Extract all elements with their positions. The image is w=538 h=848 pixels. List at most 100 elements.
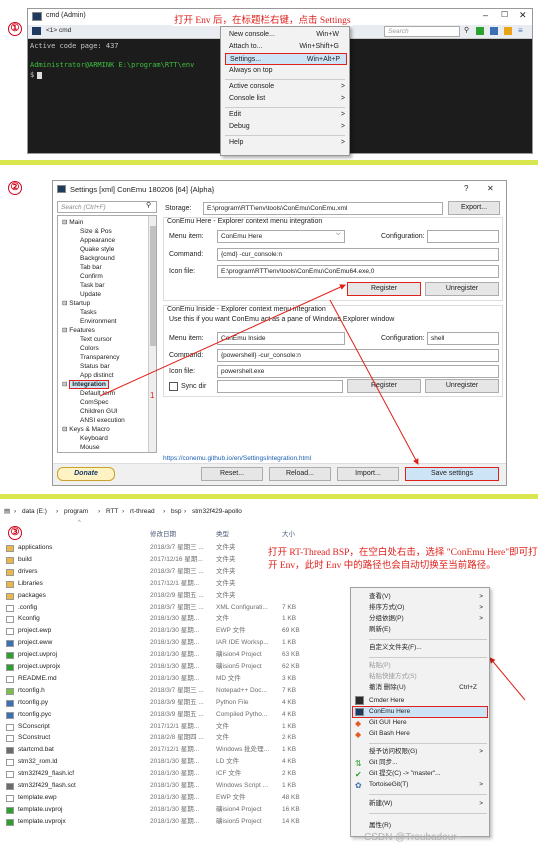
file-row[interactable]: rtconfig.h 2018/3/7 星期三 ... Notepad++ Doc.… — [6, 686, 306, 697]
git-gui-icon: ◆ — [355, 719, 362, 728]
file-row[interactable]: template.uvproj 2018/1/30 星期... 礦ision4 Pr… — [6, 805, 306, 816]
menu-item-group[interactable]: 分组依据(P) > — [369, 613, 489, 624]
menu-item-undo-delete[interactable]: 撤消 删除(U) Ctrl+Z — [369, 682, 489, 693]
arrow-to-register — [99, 284, 346, 397]
menu-item-git-sync[interactable]: Git 同步... — [369, 757, 489, 768]
file-date: 2018/3/7 星期三 ... — [150, 544, 204, 551]
file-row[interactable]: stm32f429_flash.sct 2018/1/30 星期... Window… — [6, 781, 306, 792]
keil-icon — [6, 806, 14, 814]
file-date: 2018/1/30 星期... — [150, 674, 200, 682]
file-size: 16 KB — [282, 805, 300, 813]
file-row[interactable]: packages 2018/2/9 星期五 ... 文件夹 — [6, 591, 306, 602]
folder-icon — [6, 580, 14, 588]
file-date: 2018/3/7 星期三 ... — [150, 567, 204, 575]
file-type: 礦ision5 Project — [216, 663, 262, 670]
menu-separator — [369, 657, 487, 658]
breadcrumb-item[interactable]: rt-thread — [130, 505, 155, 519]
column-type[interactable]: 类型 — [216, 528, 229, 538]
file-type: Notepad++ Doc... — [216, 686, 267, 694]
file-date: 2018/1/30 星期... — [150, 663, 200, 670]
file-row[interactable]: stm32_rom.ld 2018/1/30 星期... LD 文件 4 KB — [6, 757, 306, 768]
file-size: 69 KB — [282, 627, 300, 635]
column-size[interactable]: 大小 — [282, 528, 295, 538]
file-date: 2017/12/16 星期... — [150, 555, 203, 563]
file-row[interactable]: project.ewp 2018/1/30 星期... EWP 文件 69 KB — [6, 626, 306, 637]
file-type: 文件 — [216, 722, 229, 730]
step-3-annotation: 打开 RT-Thread BSP，在空白处右击，选择 "ConEmu Here"… — [268, 548, 538, 571]
chevron-right-icon: › — [14, 508, 17, 515]
file-date: 2018/1/30 星期... — [150, 793, 200, 801]
file-type: Python File — [216, 698, 249, 706]
file-name: packages — [18, 591, 46, 599]
breadcrumb-item[interactable]: bsp — [171, 505, 181, 519]
file-name: build — [18, 555, 32, 563]
breadcrumb-item[interactable]: program — [64, 505, 88, 519]
file-type: 礦ision4 Project — [216, 651, 262, 659]
breadcrumb-item[interactable]: stm32f429-apollo — [192, 505, 242, 519]
file-row[interactable]: rtconfig.pyc 2018/3/9 星期五 ... Compiled Pyt… — [6, 710, 306, 721]
file-row[interactable]: Kconfig 2018/1/30 星期... 文件 1 KB — [6, 614, 306, 625]
file-type: 文件 — [216, 734, 229, 742]
file-date: 2018/1/30 星期... — [150, 627, 200, 635]
file-row[interactable]: SConscript 2017/12/1 星期... 文件 1 KB — [6, 722, 306, 733]
file-name: SConstruct — [18, 734, 51, 742]
file-icon — [6, 759, 14, 767]
file-icon — [6, 628, 14, 636]
file-row[interactable]: build 2017/12/16 星期... 文件夹 — [6, 555, 306, 566]
breadcrumb-item[interactable]: RTT — [106, 505, 119, 519]
column-date[interactable]: 修改日期 — [150, 528, 176, 538]
menu-item-sort[interactable]: 排序方式(O) > — [369, 602, 489, 613]
menu-item-refresh[interactable]: 刷新(E) — [369, 624, 489, 635]
menu-item-view[interactable]: 查看(V) > — [369, 591, 489, 602]
file-row[interactable]: template.ewp 2018/1/30 星期... EWP 文件 48 KB — [6, 793, 306, 804]
file-name: project.eww — [18, 639, 53, 647]
file-row[interactable]: Libraries 2017/12/1 星期... 文件夹 — [6, 579, 306, 590]
file-name: Kconfig — [18, 615, 40, 623]
file-name: template.ewp — [18, 793, 57, 801]
menu-item-tortoisegit[interactable]: TortoiseGit(T) > — [369, 779, 489, 790]
section-divider — [0, 494, 538, 499]
file-type: 礦ision4 Project — [216, 805, 262, 813]
file-date: 2017/12/1 星期... — [150, 746, 200, 754]
folder-icon — [6, 568, 14, 576]
menu-item-git-gui[interactable]: Git GUI Here — [369, 717, 489, 728]
menu-item-customize[interactable]: 自定义文件夹(F)... — [369, 642, 489, 653]
file-row[interactable]: SConstruct 2018/2/8 星期四 ... 文件 2 KB — [6, 733, 306, 744]
menu-item-git-bash[interactable]: Git Bash Here — [369, 728, 489, 739]
file-row[interactable]: startcmd.bat 2017/12/1 星期... Windows 批处理..… — [6, 745, 306, 756]
menu-item-cmder-here[interactable]: Cmder Here — [369, 695, 489, 706]
file-row[interactable]: applications 2018/3/7 星期三 ... 文件夹 — [6, 543, 306, 554]
npp-icon — [6, 687, 14, 695]
file-row[interactable]: rtconfig.py 2018/3/9 星期五 ... Python File 4 … — [6, 698, 306, 709]
menu-item-new[interactable]: 新建(W) > — [369, 798, 489, 809]
file-row[interactable]: drivers 2018/3/7 星期三 ... 文件夹 — [6, 567, 306, 578]
file-name: project.ewp — [18, 627, 52, 635]
file-row[interactable]: project.uvprojx 2018/1/30 星期... 礦ision5 Pr… — [6, 662, 306, 673]
file-row[interactable]: project.eww 2018/1/30 星期... IAR IDE Worksp… — [6, 638, 306, 649]
menu-item-grant-access[interactable]: 授予访问权限(G) > — [369, 746, 489, 757]
menu-item-paste[interactable]: 粘贴(P) — [369, 660, 489, 671]
file-name: Libraries — [18, 579, 43, 587]
menu-item-paste-shortcut[interactable]: 粘贴快捷方式(S) — [369, 671, 489, 682]
menu-separator — [369, 813, 487, 814]
file-name: rtconfig.pyc — [18, 710, 52, 718]
chevron-right-icon: › — [184, 508, 187, 515]
file-row[interactable]: project.uvproj 2018/1/30 星期... 礦ision4 Pro… — [6, 650, 306, 661]
file-type: Windows 批处理... — [216, 746, 270, 754]
menu-item-properties[interactable]: 属性(R) — [369, 820, 489, 831]
menu-item-git-commit[interactable]: Git 提交(C) -> "master"... — [369, 768, 489, 779]
file-row[interactable]: template.uvprojx 2018/1/30 星期... 礦ision5 P… — [6, 817, 306, 828]
file-row[interactable]: .config 2018/3/7 星期三 ... XML Configurati..… — [6, 603, 306, 614]
menu-item-conemu-here[interactable]: ConEmu Here — [369, 706, 489, 717]
file-size: 2 KB — [282, 770, 297, 778]
breadcrumb-item[interactable]: data (E:) — [22, 505, 47, 519]
file-type: 文件夹 — [216, 591, 236, 599]
file-size: 1 KB — [282, 639, 297, 647]
file-icon — [6, 675, 14, 683]
keil-icon — [6, 818, 14, 826]
chevron-right-icon: › — [98, 508, 101, 515]
file-list: applications 2018/3/7 星期三 ... 文件夹 build 2017… — [6, 543, 316, 833]
file-row[interactable]: stm32f429_flash.icf 2018/1/30 星期... ICF 文件… — [6, 769, 306, 780]
menu-separator — [369, 743, 487, 744]
file-row[interactable]: README.md 2018/1/30 星期... MD 文件 3 KB — [6, 674, 306, 685]
